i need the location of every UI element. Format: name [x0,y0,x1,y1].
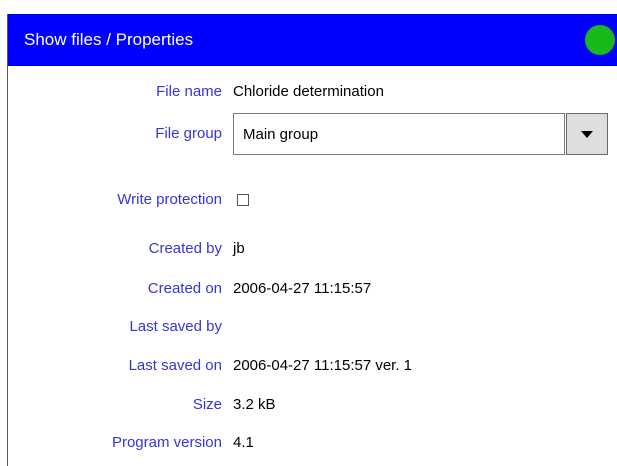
properties-window: Show files / Properties File name Chlori… [7,14,617,466]
last-saved-by-label: Last saved by [129,318,222,335]
write-protection-label: Write protection [117,191,222,208]
dropdown-arrow-icon [581,131,593,138]
program-version-row: Program version 4.1 [8,432,617,454]
file-name-label: File name [156,83,222,100]
title-bar: Show files / Properties [8,14,617,66]
created-by-label: Created by [148,240,222,257]
size-row: Size 3.2 kB [8,394,617,416]
status-indicator-icon [585,25,615,55]
last-saved-on-label: Last saved on [128,357,222,374]
write-protection-row: Write protection [8,189,617,211]
file-group-dropdown-button[interactable] [566,113,608,155]
created-by-value: jb [233,240,245,257]
file-name-value: Chloride determination [233,83,384,100]
write-protection-checkbox[interactable] [237,194,249,206]
created-on-row: Created on 2006-04-27 11:15:57 [8,278,617,300]
created-by-row: Created by jb [8,238,617,260]
last-saved-by-row: Last saved by [8,316,617,338]
file-group-selected-value: Main group [243,126,319,143]
file-group-label: File group [155,125,222,142]
program-version-label: Program version [111,434,222,451]
program-version-value: 4.1 [233,434,254,451]
created-on-label: Created on [147,280,222,297]
last-saved-on-value: 2006-04-27 11:15:57 ver. 1 [233,357,413,374]
created-on-value: 2006-04-27 11:15:57 [233,280,372,297]
file-group-select[interactable]: Main group [233,113,565,155]
last-saved-on-row: Last saved on 2006-04-27 11:15:57 ver. 1 [8,355,617,377]
file-name-row: File name Chloride determination [8,81,617,103]
window-title: Show files / Properties [24,30,194,49]
size-value: 3.2 kB [233,396,276,413]
size-label: Size [192,396,222,413]
